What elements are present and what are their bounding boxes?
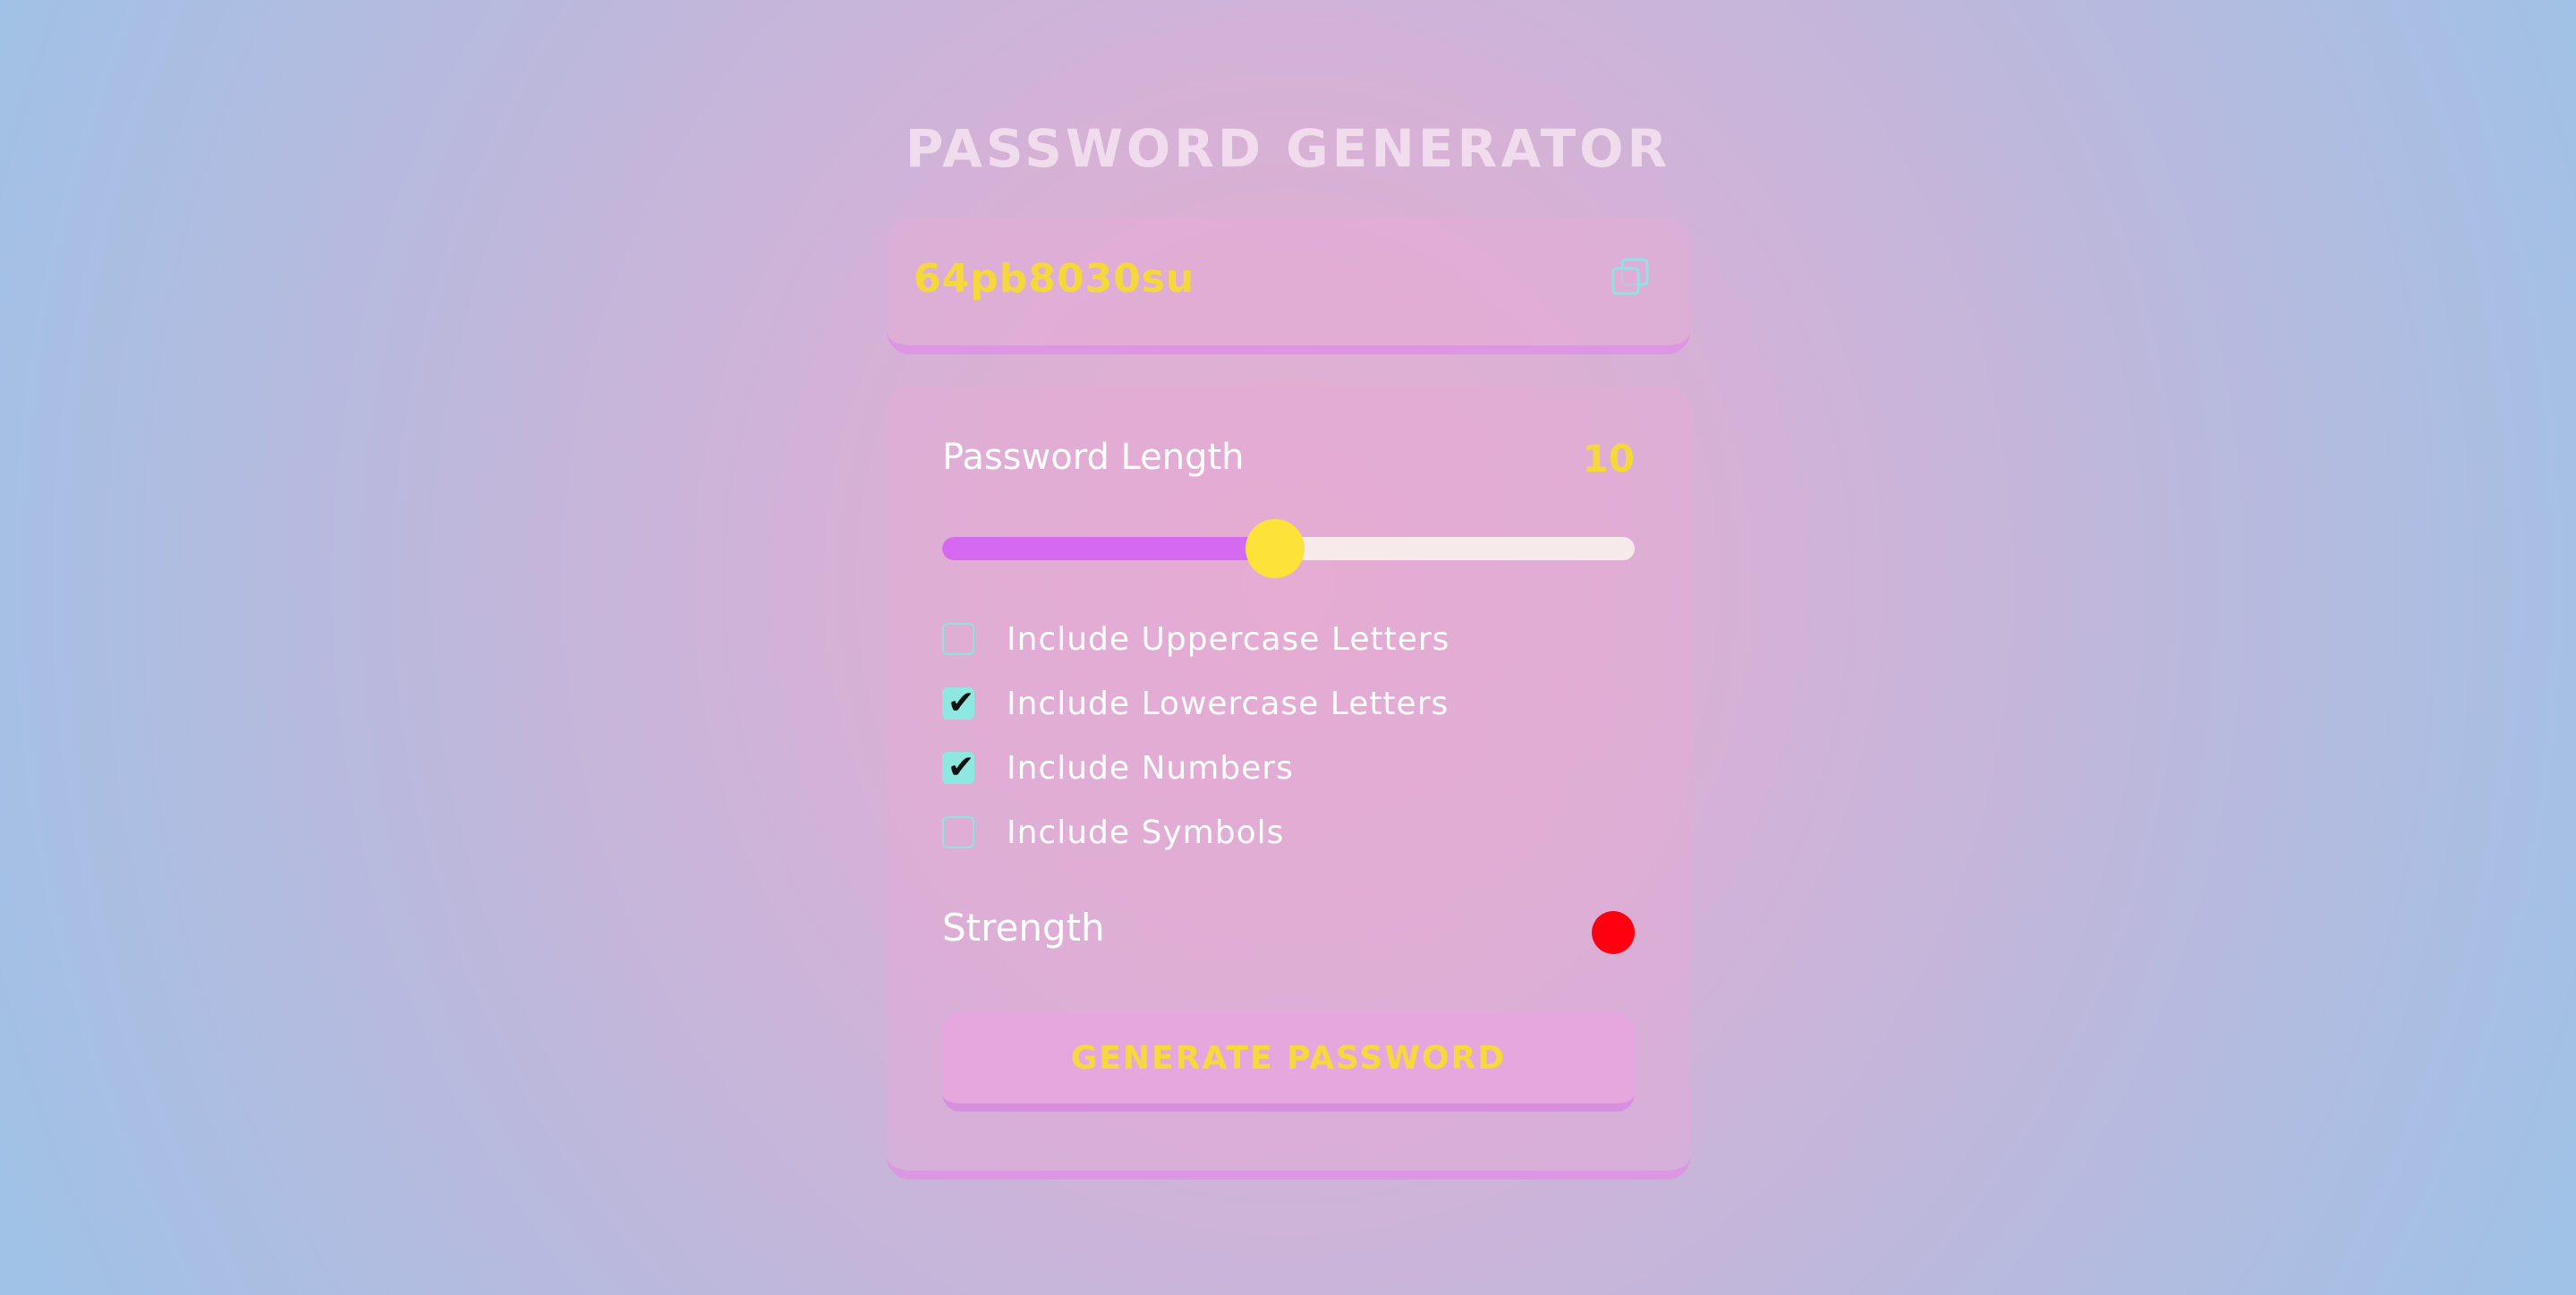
option-symbols[interactable]: Include Symbols — [942, 813, 1284, 852]
length-slider[interactable] — [942, 519, 1635, 578]
option-lowercase[interactable]: ✔ Include Lowercase Letters — [942, 684, 1449, 723]
copy-button[interactable] — [1610, 256, 1651, 297]
option-uppercase[interactable]: Include Uppercase Letters — [942, 619, 1450, 659]
lowercase-label: Include Lowercase Letters — [1007, 685, 1450, 722]
strength-indicator — [1592, 911, 1635, 954]
symbols-label: Include Symbols — [1007, 814, 1285, 851]
password-output-box: 64pb8030su — [887, 218, 1690, 354]
strength-label: Strength — [942, 906, 1105, 950]
lowercase-checkbox[interactable]: ✔ — [942, 685, 975, 721]
password-length-label: Password Length — [942, 437, 1245, 478]
page-title: PASSWORD GENERATOR — [905, 118, 1671, 179]
slider-thumb[interactable] — [1245, 519, 1305, 578]
uppercase-checkbox[interactable] — [942, 623, 974, 655]
password-output: 64pb8030su — [914, 256, 1195, 302]
generate-password-button[interactable]: GENERATE PASSWORD — [942, 1013, 1635, 1112]
numbers-label: Include Numbers — [1007, 749, 1294, 787]
password-length-value: 10 — [1582, 437, 1635, 481]
uppercase-label: Include Uppercase Letters — [1007, 620, 1450, 658]
check-icon: ✔ — [948, 685, 975, 721]
check-icon: ✔ — [948, 749, 975, 786]
numbers-checkbox[interactable]: ✔ — [942, 749, 974, 786]
settings-panel: Password Length 10 Include Uppercase Let… — [887, 387, 1690, 1180]
copy-icon[interactable] — [1610, 256, 1651, 297]
option-numbers[interactable]: ✔ Include Numbers — [942, 748, 1294, 788]
slider-fill — [942, 537, 1275, 560]
symbols-checkbox[interactable] — [942, 816, 974, 848]
